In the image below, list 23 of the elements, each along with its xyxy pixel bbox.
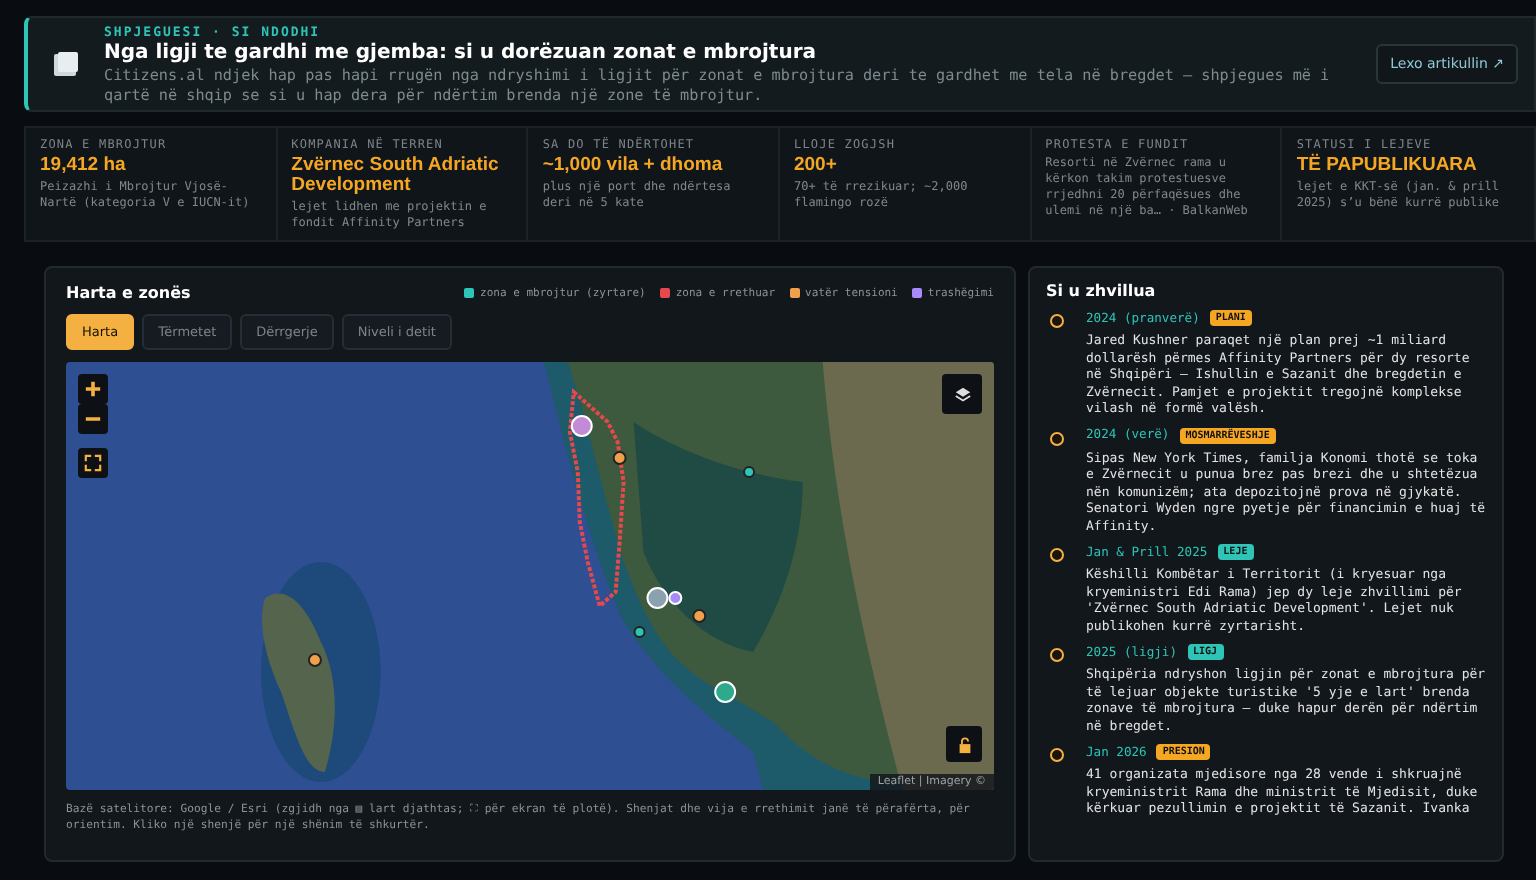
- timeline-dot: [1050, 748, 1064, 762]
- panel-title: Si u zhvillua: [1046, 282, 1158, 300]
- layers-button[interactable]: [942, 374, 982, 414]
- timeline-dot: [1050, 548, 1064, 562]
- stat-value: 200+: [793, 156, 839, 176]
- document-icon: [52, 50, 80, 78]
- stat-value: TË PAPUBLIKUARA: [1296, 156, 1479, 176]
- plus-icon: [84, 380, 102, 398]
- zoom-in-button[interactable]: [78, 374, 108, 404]
- fullscreen-button[interactable]: [78, 448, 108, 478]
- panel-title: Harta e zonës: [66, 284, 191, 302]
- article-title: Nga ligji te gardhi me gjemba: si u dorëzuan zonat e mbrojtura: [104, 41, 818, 63]
- timeline-dot: [1050, 314, 1064, 328]
- zoom-out-button[interactable]: [78, 404, 108, 434]
- timeline-dot: [1050, 431, 1064, 445]
- layers-icon: [953, 385, 971, 403]
- stat-value: 19,412 ha: [40, 156, 128, 176]
- lock-button[interactable]: [946, 726, 982, 762]
- timeline-dot: [1050, 648, 1064, 662]
- fullscreen-icon: [84, 454, 102, 472]
- lock-icon: [955, 735, 973, 753]
- stat-value: ~1,000 vila + dhoma: [542, 156, 725, 176]
- stat-value: Zvërnec South Adriatic Development: [291, 156, 501, 196]
